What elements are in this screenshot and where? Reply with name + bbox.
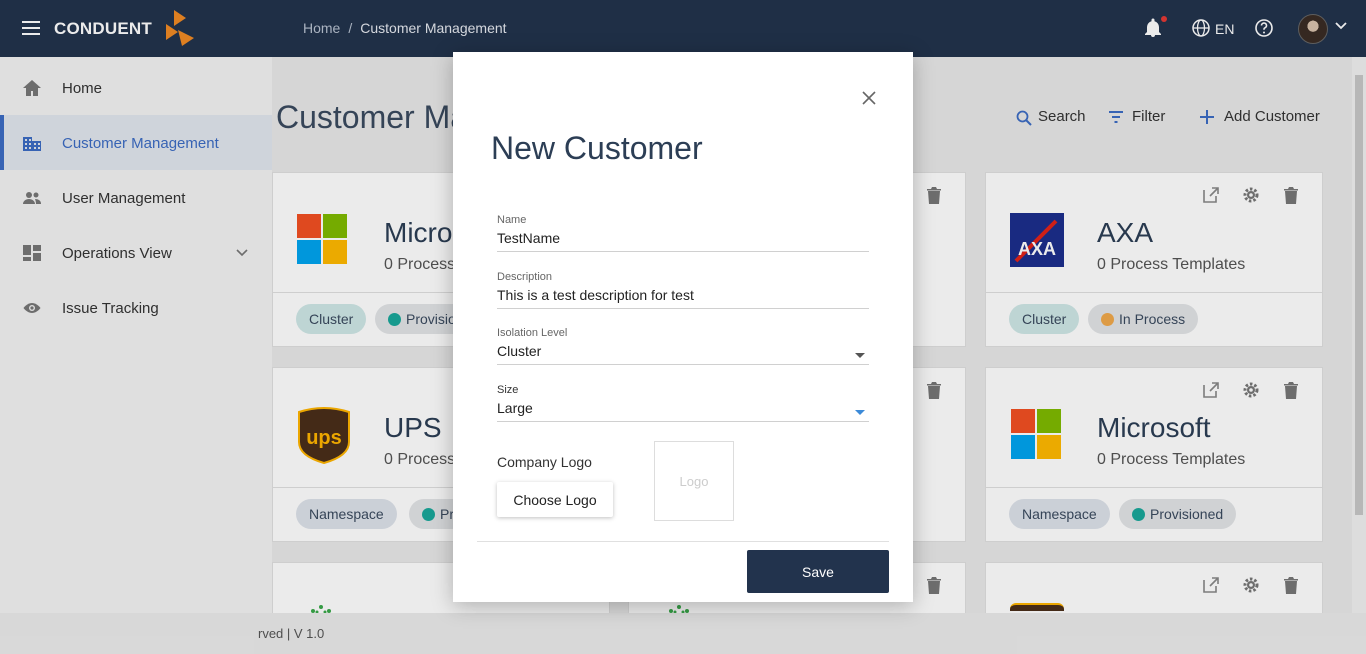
choose-logo-button[interactable]: Choose Logo bbox=[497, 482, 613, 517]
isolation-level-label: Isolation Level bbox=[497, 327, 568, 339]
logo-preview: Logo bbox=[654, 441, 734, 521]
isolation-level-select[interactable]: Isolation Level Cluster bbox=[497, 327, 869, 365]
name-field[interactable]: Name TestName bbox=[497, 214, 869, 252]
description-label: Description bbox=[497, 271, 553, 283]
dialog-title: New Customer bbox=[491, 130, 703, 166]
close-icon[interactable] bbox=[861, 90, 877, 106]
size-select[interactable]: Size Large bbox=[497, 384, 869, 422]
size-label: Size bbox=[497, 384, 519, 396]
name-value[interactable]: TestName bbox=[497, 230, 869, 251]
divider bbox=[477, 541, 889, 542]
description-value[interactable]: This is a test description for test bbox=[497, 287, 869, 308]
dropdown-arrow-icon[interactable] bbox=[855, 410, 865, 415]
save-button[interactable]: Save bbox=[747, 550, 889, 593]
company-logo-label: Company Logo bbox=[497, 454, 592, 470]
name-label: Name bbox=[497, 214, 527, 226]
dropdown-arrow-icon[interactable] bbox=[855, 353, 865, 358]
new-customer-dialog: New Customer Name TestName Description T… bbox=[453, 52, 913, 602]
description-field[interactable]: Description This is a test description f… bbox=[497, 271, 869, 309]
isolation-level-value[interactable]: Cluster bbox=[497, 343, 869, 364]
size-value[interactable]: Large bbox=[497, 400, 869, 421]
